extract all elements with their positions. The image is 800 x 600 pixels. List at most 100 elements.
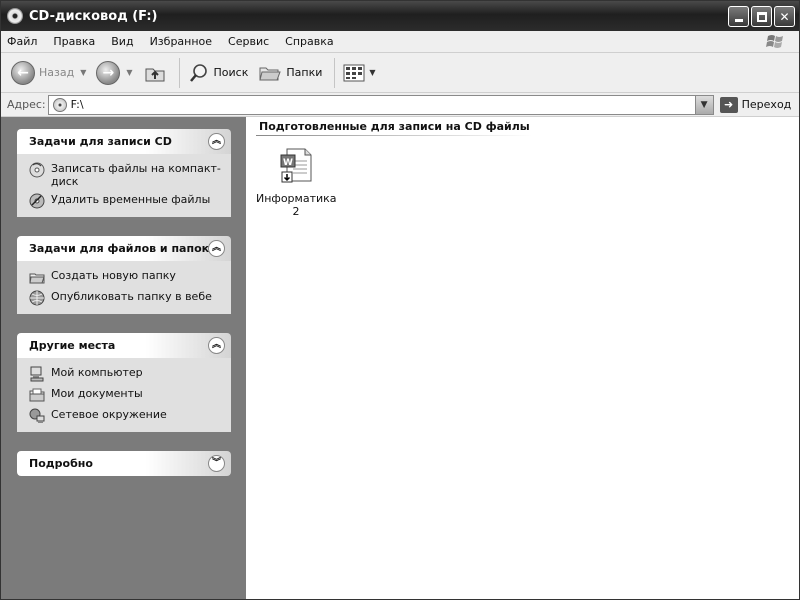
my-documents-icon (29, 388, 45, 402)
group-divider (256, 135, 532, 136)
file-list: Подготовленные для записи на CD файлы W … (246, 117, 799, 599)
task-delete-temp[interactable]: Удалить временные файлы (29, 193, 221, 209)
address-bar: Адрес: F:\ ▼ ➜ Переход (1, 93, 799, 117)
search-icon (189, 63, 207, 82)
menu-bar: Файл Правка Вид Избранное Сервис Справка (1, 31, 799, 53)
cd-tasks-header[interactable]: Задачи для записи CD ︽ (17, 129, 231, 154)
cd-tasks-body: Записать файлы на компакт-диск Удалить в… (17, 154, 231, 217)
group-title: Подготовленные для записи на CD файлы (259, 120, 530, 133)
maximize-button[interactable] (751, 6, 772, 27)
forward-dropdown-icon[interactable]: ▼ (126, 68, 132, 77)
other-places-title: Другие места (29, 339, 116, 352)
new-folder-icon (29, 273, 45, 284)
file-tasks-title: Задачи для файлов и папок (29, 242, 210, 255)
menu-tools[interactable]: Сервис (228, 35, 269, 48)
expand-button[interactable]: ︾ (208, 455, 225, 472)
place-label: Мой компьютер (51, 366, 143, 379)
place-my-computer[interactable]: Мой компьютер (29, 366, 221, 382)
task-publish-web[interactable]: Опубликовать папку в вебе (29, 290, 221, 306)
folders-icon (259, 67, 282, 80)
window-controls: ✕ (728, 6, 795, 27)
go-label: Переход (741, 98, 792, 111)
file-tasks-header[interactable]: Задачи для файлов и папок ︽ (17, 236, 231, 261)
task-label: Опубликовать папку в вебе (51, 290, 212, 303)
other-places-panel: Другие места ︽ Мой компьютер Мои докумен… (17, 333, 231, 432)
folders-button[interactable]: Папки (258, 62, 322, 84)
delete-temp-icon (29, 193, 45, 209)
cd-drive-small-icon (52, 97, 67, 112)
place-my-documents[interactable]: Мои документы (29, 387, 221, 403)
forward-arrow-icon: → (96, 60, 121, 85)
publish-web-icon (29, 290, 45, 306)
close-button[interactable]: ✕ (774, 6, 795, 27)
go-button[interactable]: ➜ Переход (719, 96, 792, 113)
other-places-header[interactable]: Другие места ︽ (17, 333, 231, 358)
cd-tasks-title: Задачи для записи CD (29, 135, 172, 148)
place-network[interactable]: Сетевое окружение (29, 408, 221, 424)
menu-view[interactable]: Вид (111, 35, 133, 48)
maximize-icon (756, 11, 767, 22)
svg-text:W: W (283, 158, 293, 168)
task-new-folder[interactable]: Создать новую папку (29, 269, 221, 285)
file-tasks-body: Создать новую папку Опубликовать папку в… (17, 261, 231, 314)
file-item[interactable]: W Информатика 2 (256, 147, 337, 218)
forward-button[interactable]: → ▼ (96, 60, 133, 85)
menu-help[interactable]: Справка (285, 35, 333, 48)
search-label: Поиск (213, 66, 249, 79)
burn-cd-icon (29, 162, 45, 178)
address-input[interactable]: F:\ ▼ (47, 94, 714, 115)
back-label: Назад (39, 66, 75, 79)
search-button[interactable]: Поиск (188, 62, 249, 84)
details-panel: Подробно ︾ (17, 451, 231, 476)
views-icon (343, 64, 365, 81)
task-label: Записать файлы на компакт-диск (51, 162, 221, 188)
chevron-up-icon: ︽ (211, 136, 221, 146)
address-value: F:\ (70, 98, 84, 111)
toolbar: ← Назад ▼ → ▼ Поиск Папки ▼ (1, 53, 799, 93)
task-burn-cd[interactable]: Записать файлы на компакт-диск (29, 162, 221, 188)
place-label: Сетевое окружение (51, 408, 167, 421)
details-header[interactable]: Подробно ︾ (17, 451, 231, 476)
address-label: Адрес: (7, 98, 46, 111)
menu-edit[interactable]: Правка (53, 35, 95, 48)
menu-favorites[interactable]: Избранное (150, 35, 212, 48)
cd-drive-icon (7, 8, 23, 24)
file-tasks-panel: Задачи для файлов и папок ︽ Создать нову… (17, 236, 231, 314)
back-dropdown-icon[interactable]: ▼ (80, 68, 86, 77)
window-title: CD-дисковод (F:) (29, 8, 158, 24)
collapse-button[interactable]: ︽ (208, 133, 225, 150)
up-button[interactable] (143, 61, 167, 85)
chevron-up-icon: ︽ (211, 243, 221, 253)
file-name: Информатика 2 (256, 192, 337, 218)
go-arrow-icon: ➜ (719, 96, 738, 113)
word-document-icon: W (280, 148, 312, 183)
menu-file[interactable]: Файл (7, 35, 37, 48)
my-computer-icon (30, 366, 44, 382)
task-label: Удалить временные файлы (51, 193, 211, 206)
details-title: Подробно (29, 457, 93, 470)
network-icon (29, 408, 45, 423)
collapse-button[interactable]: ︽ (208, 337, 225, 354)
place-label: Мои документы (51, 387, 143, 400)
toolbar-separator (178, 57, 180, 88)
address-dropdown-button[interactable]: ▼ (694, 95, 713, 114)
back-button[interactable]: ← Назад ▼ (11, 60, 86, 85)
title-bar[interactable]: CD-дисковод (F:) ✕ (1, 1, 799, 31)
cd-tasks-panel: Задачи для записи CD ︽ Записать файлы на… (17, 129, 231, 217)
minimize-icon (734, 19, 743, 22)
chevron-down-icon: ▼ (700, 99, 708, 110)
task-pane: Задачи для записи CD ︽ Записать файлы на… (1, 117, 246, 599)
back-arrow-icon: ← (11, 60, 35, 85)
windows-logo-icon (766, 35, 783, 48)
collapse-button[interactable]: ︽ (208, 240, 225, 257)
folders-label: Папки (286, 66, 323, 79)
views-button[interactable]: ▼ (343, 63, 376, 83)
minimize-button[interactable] (728, 6, 749, 27)
views-dropdown-icon[interactable]: ▼ (369, 68, 375, 77)
explorer-window: CD-дисковод (F:) ✕ Файл Правка Вид Избра… (0, 0, 800, 600)
folder-up-icon (145, 68, 165, 81)
toolbar-separator (334, 57, 336, 88)
other-places-body: Мой компьютер Мои документы Сетевое окру… (17, 358, 231, 432)
task-label: Создать новую папку (51, 269, 176, 282)
close-icon: ✕ (779, 9, 790, 24)
